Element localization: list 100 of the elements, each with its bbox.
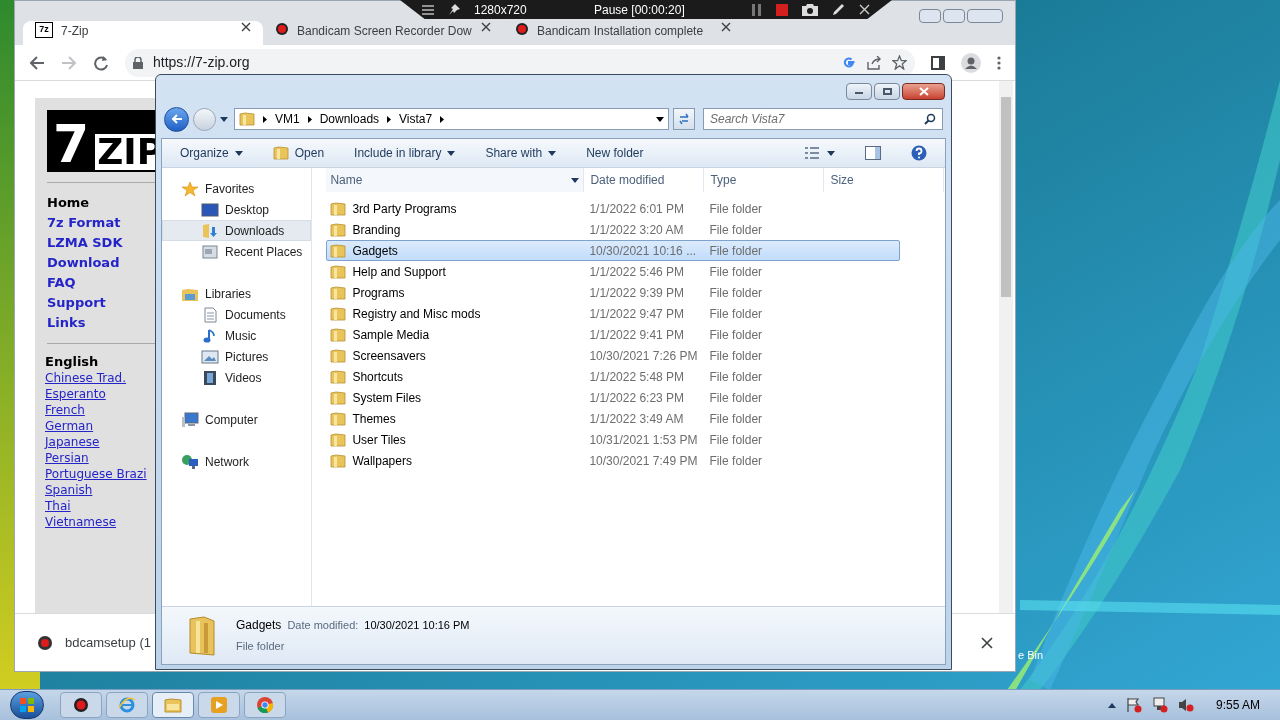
file-row[interactable]: Programs 1/1/2022 9:39 PM File folder [326,282,901,303]
view-options-button[interactable] [805,147,835,159]
file-row[interactable]: System Files 1/1/2022 6:23 PM File folder [326,387,901,408]
language-link[interactable]: French [45,402,85,418]
nav-item[interactable]: Downloads [162,220,312,241]
language-link[interactable]: Esperanto [45,386,106,402]
chevron-icon[interactable] [307,115,312,123]
toolbar-button[interactable]: Open [272,144,325,162]
file-row[interactable]: Screensavers 10/30/2021 7:26 PM File folder [326,345,901,366]
close-icon[interactable] [981,636,993,649]
close-icon[interactable] [721,22,731,32]
language-link[interactable]: Vietnamese [45,514,117,530]
menu-icon[interactable] [997,55,1001,70]
breadcrumb-item[interactable]: Vista7 [399,110,433,128]
file-row[interactable]: Wallpapers 10/30/2021 7:49 PM File folder [326,450,901,471]
language-link[interactable]: English [45,354,99,370]
file-row[interactable]: Branding 1/1/2022 3:20 AM File folder [326,219,901,240]
file-row[interactable]: Sample Media 1/1/2022 9:41 PM File folder [326,324,901,345]
camera-icon[interactable] [802,3,818,16]
refresh-button[interactable] [673,108,695,130]
taskbar-button[interactable] [60,692,102,718]
site-nav-link[interactable]: 7z Format [47,213,121,233]
nav-item[interactable]: Music [162,325,312,346]
stop-button[interactable] [776,3,788,16]
toolbar-button[interactable]: Include in library [354,144,456,162]
site-nav-link[interactable]: Support [47,293,106,313]
chevron-icon[interactable] [440,115,445,123]
nav-item[interactable]: Libraries [162,283,312,304]
nav-item[interactable]: Favorites [162,178,312,199]
maximize-button[interactable] [874,82,900,100]
close-button[interactable] [902,82,945,100]
dropdown-icon[interactable] [656,116,664,122]
back-button[interactable] [164,106,189,132]
pause-icon[interactable] [752,3,762,16]
network-icon[interactable] [1151,697,1168,713]
site-nav-link[interactable]: Links [47,313,86,333]
maximize-button[interactable] [943,9,965,23]
speaker-muted-icon[interactable] [1177,697,1194,713]
language-link[interactable]: Spanish [45,482,93,498]
column-header[interactable]: Date modified [584,168,705,192]
column-header[interactable]: Type [704,168,825,192]
toolbar-button[interactable]: Organize [180,144,243,162]
language-link[interactable]: Persian [45,450,89,466]
help-icon[interactable] [911,145,927,161]
nav-item[interactable]: Recent Places [162,241,312,262]
nav-item[interactable]: Network [162,451,312,472]
nav-item[interactable]: Pictures [162,346,312,367]
clock[interactable]: 9:55 AM [1215,696,1260,714]
file-row[interactable]: User Tiles 10/31/2021 1:53 PM File folder [326,429,901,450]
file-row[interactable]: Shortcuts 1/1/2022 5:48 PM File folder [326,366,901,387]
site-nav-link[interactable]: Home [47,193,90,213]
toolbar-button[interactable]: New folder [586,144,644,162]
language-link[interactable]: Chinese Trad. [45,370,127,386]
show-hidden-icons-icon[interactable] [1107,702,1116,708]
site-nav-link[interactable]: Download [47,253,120,273]
pin-icon[interactable] [448,3,460,16]
pencil-icon[interactable] [832,3,845,16]
minimize-button[interactable] [846,82,872,100]
close-icon[interactable] [481,22,491,32]
file-row[interactable]: Gadgets 10/30/2021 10:16 ... File folder [326,240,901,261]
avatar-icon[interactable] [961,52,981,73]
nav-item[interactable]: Documents [162,304,312,325]
share-icon[interactable] [866,55,882,70]
star-outline-icon[interactable] [892,55,907,70]
language-link[interactable]: Portuguese Brazi [45,466,147,482]
flag-icon[interactable] [1125,697,1142,713]
column-header[interactable]: Name [326,168,585,192]
chevron-icon[interactable] [387,115,392,123]
nav-item[interactable]: Desktop [162,199,312,220]
menu-icon[interactable] [422,4,434,15]
file-row[interactable]: Registry and Misc mods 1/1/2022 9:47 PM File folder [326,303,901,324]
nav-item[interactable]: Computer [162,409,312,430]
language-link[interactable]: Thai [45,498,71,514]
side-panel-icon[interactable] [931,55,945,70]
site-nav-link[interactable]: LZMA SDK [47,233,123,253]
reload-icon[interactable] [93,54,109,71]
search-field[interactable]: Search Vista7 [704,109,924,129]
toolbar-button[interactable]: Share with [485,144,557,162]
minimize-button[interactable] [919,9,941,23]
file-row[interactable]: Help and Support 1/1/2022 5:46 PM File folder [326,261,901,282]
address-bar[interactable]: VM1 Downloads Vista7 [234,108,669,130]
download-item[interactable]: bdcamsetup (1 [65,632,151,653]
browser-tab[interactable]: 7z 7-Zip [23,21,263,45]
nav-item[interactable]: Videos [162,367,312,388]
file-row[interactable]: Themes 1/1/2022 3:49 AM File folder [326,408,901,429]
address-bar[interactable]: https://7-zip.org [125,48,915,77]
scrollbar[interactable] [999,81,1013,613]
search-box[interactable]: Search Vista7 [703,108,943,130]
breadcrumb-item[interactable]: VM1 [275,110,300,128]
google-logo-icon[interactable] [842,55,856,70]
column-header[interactable]: Size [824,168,945,192]
breadcrumb-item[interactable]: Downloads [319,110,380,128]
language-link[interactable]: Japanese [45,434,100,450]
language-link[interactable]: German [45,418,94,434]
preview-pane-icon[interactable] [865,146,881,160]
back-arrow-icon[interactable] [29,54,45,71]
start-button[interactable] [10,691,44,719]
file-row[interactable]: 3rd Party Programs 1/1/2022 6:01 PM File folder [326,198,901,219]
site-nav-link[interactable]: FAQ [47,273,76,293]
close-icon[interactable] [241,22,251,32]
